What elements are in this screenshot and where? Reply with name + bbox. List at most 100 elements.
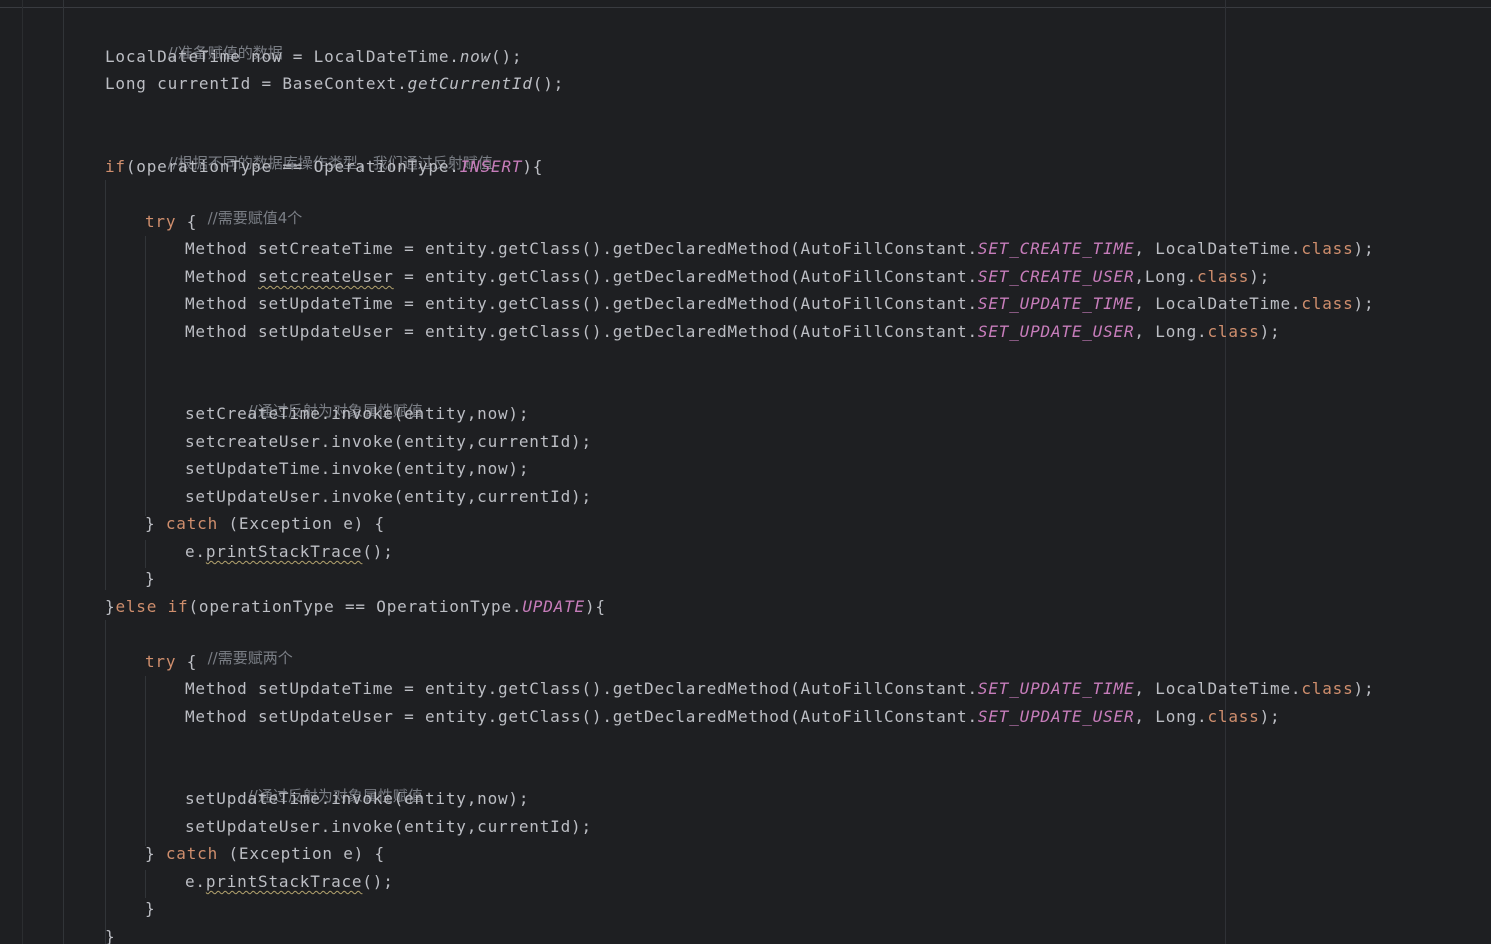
code-token: .invoke(entity,now); [320,459,530,478]
code-token: (Exception e) { [218,514,385,533]
variable: setUpdateTime [185,789,321,808]
static-call: now [459,47,492,66]
constant: INSERT [459,157,523,176]
variable: setUpdateUser [258,322,394,341]
code-line: Method setUpdateUser = entity.getClass()… [185,705,1281,729]
code-token: ); [1353,239,1375,258]
constant: SET_UPDATE_USER [977,707,1135,726]
code-area[interactable]: //准备赋值的数据 LocalDateTime now = LocalDateT… [0,0,1491,944]
code-token: } [105,927,116,944]
code-token: = entity.getClass().getDeclaredMethod(Au… [393,294,978,313]
code-token: ); [1249,267,1271,286]
code-token: .invoke(entity,now); [320,404,530,423]
code-line: setCreateTime.invoke(entity,now); [185,402,529,426]
code-line: //需要赋值4个 [145,182,303,227]
variable: setUpdateTime [258,294,394,313]
code-line: Method setUpdateUser = entity.getClass()… [185,320,1281,344]
constant: SET_UPDATE_TIME [977,294,1135,313]
variable-warning[interactable]: setcreateUser [258,267,394,286]
variable: setUpdateUser [258,707,394,726]
code-token: } [145,514,166,533]
variable: setUpdateUser [185,487,321,506]
method-warning[interactable]: printStackTrace [206,542,363,561]
code-token: { [176,652,198,671]
code-line: } catch (Exception e) { [145,842,385,866]
code-line: //准备赋值的数据 [105,17,283,62]
code-token: ); [1259,707,1281,726]
keyword [157,597,167,616]
keyword: class [1301,294,1354,313]
variable: setUpdateTime [258,679,394,698]
code-line: //通过反射为对象属性赋值 [185,375,423,420]
code-token: ){ [522,157,544,176]
keyword: else [115,597,158,616]
keyword: class [1197,267,1250,286]
code-line: try { [145,650,197,674]
code-token: LocalDateTime now = LocalDateTime. [105,47,460,66]
code-line: Method setUpdateTime = entity.getClass()… [185,677,1374,701]
keyword: try [145,212,177,231]
method-warning[interactable]: printStackTrace [206,872,363,891]
code-line: Long currentId = BaseContext.getCurrentI… [105,72,564,96]
keyword: catch [165,514,219,533]
code-token: Method [185,707,259,726]
keyword: class [1207,707,1260,726]
comment: //需要赋值4个 [207,209,303,227]
code-token: ); [1259,322,1281,341]
constant: SET_CREATE_USER [977,267,1135,286]
code-token: = entity.getClass().getDeclaredMethod(Au… [393,267,978,286]
code-token: ){ [584,597,606,616]
code-token: Method [185,294,259,313]
code-token: , LocalDateTime. [1134,294,1302,313]
keyword: class [1301,239,1354,258]
keyword: if [105,157,126,176]
code-token: ,Long. [1134,267,1198,286]
code-token: } [145,569,156,588]
code-token: , Long. [1134,322,1208,341]
keyword: catch [165,844,219,863]
comment: //需要赋两个 [207,649,293,667]
code-token: .invoke(entity,now); [320,789,530,808]
code-token: (); [362,542,394,561]
code-token: Long currentId = BaseContext. [105,74,408,93]
code-line: //需要赋两个 [145,622,293,667]
code-line: setUpdateUser.invoke(entity,currentId); [185,485,592,509]
code-token: ); [1353,679,1375,698]
code-token: } [145,899,156,918]
code-line: //根据不同的数据库操作类型，我们通过反射赋值 [105,127,493,172]
code-token: ); [1353,294,1375,313]
code-line: setUpdateTime.invoke(entity,now); [185,457,529,481]
code-line: } catch (Exception e) { [145,512,385,536]
keyword: if [167,597,189,616]
code-line: e.printStackTrace(); [185,540,394,564]
code-token: (); [362,872,394,891]
code-token: = entity.getClass().getDeclaredMethod(Au… [393,679,978,698]
code-token: { [176,212,198,231]
code-token: } [145,844,166,863]
code-line: } [145,897,155,921]
code-token: .invoke(entity,currentId); [320,817,592,836]
constant: UPDATE [522,597,585,616]
code-token: Method [185,322,259,341]
code-token: (); [491,47,523,66]
code-token: Method [185,239,259,258]
code-line: Method setCreateTime = entity.getClass()… [185,237,1374,261]
variable: setUpdateUser [185,817,321,836]
code-token: (operationType == OperationType. [125,157,460,176]
code-line: }else if(operationType == OperationType.… [105,595,606,619]
variable: setUpdateTime [185,459,321,478]
code-line: setcreateUser.invoke(entity,currentId); [185,430,592,454]
code-token: (Exception e) { [218,844,385,863]
code-line: setUpdateUser.invoke(entity,currentId); [185,815,592,839]
code-editor[interactable]: //准备赋值的数据 LocalDateTime now = LocalDateT… [0,0,1491,944]
code-token: (); [532,74,565,93]
code-token: , LocalDateTime. [1134,679,1302,698]
code-token: .invoke(entity,currentId); [320,487,592,506]
code-token: (operationType == OperationType. [188,597,523,616]
code-line: } [145,567,155,591]
code-token: = entity.getClass().getDeclaredMethod(Au… [393,322,978,341]
keyword: try [145,652,177,671]
code-token: Method [185,679,259,698]
code-line: //通过反射为对象属性赋值 [185,760,423,805]
code-line: Method setcreateUser = entity.getClass()… [185,265,1270,289]
